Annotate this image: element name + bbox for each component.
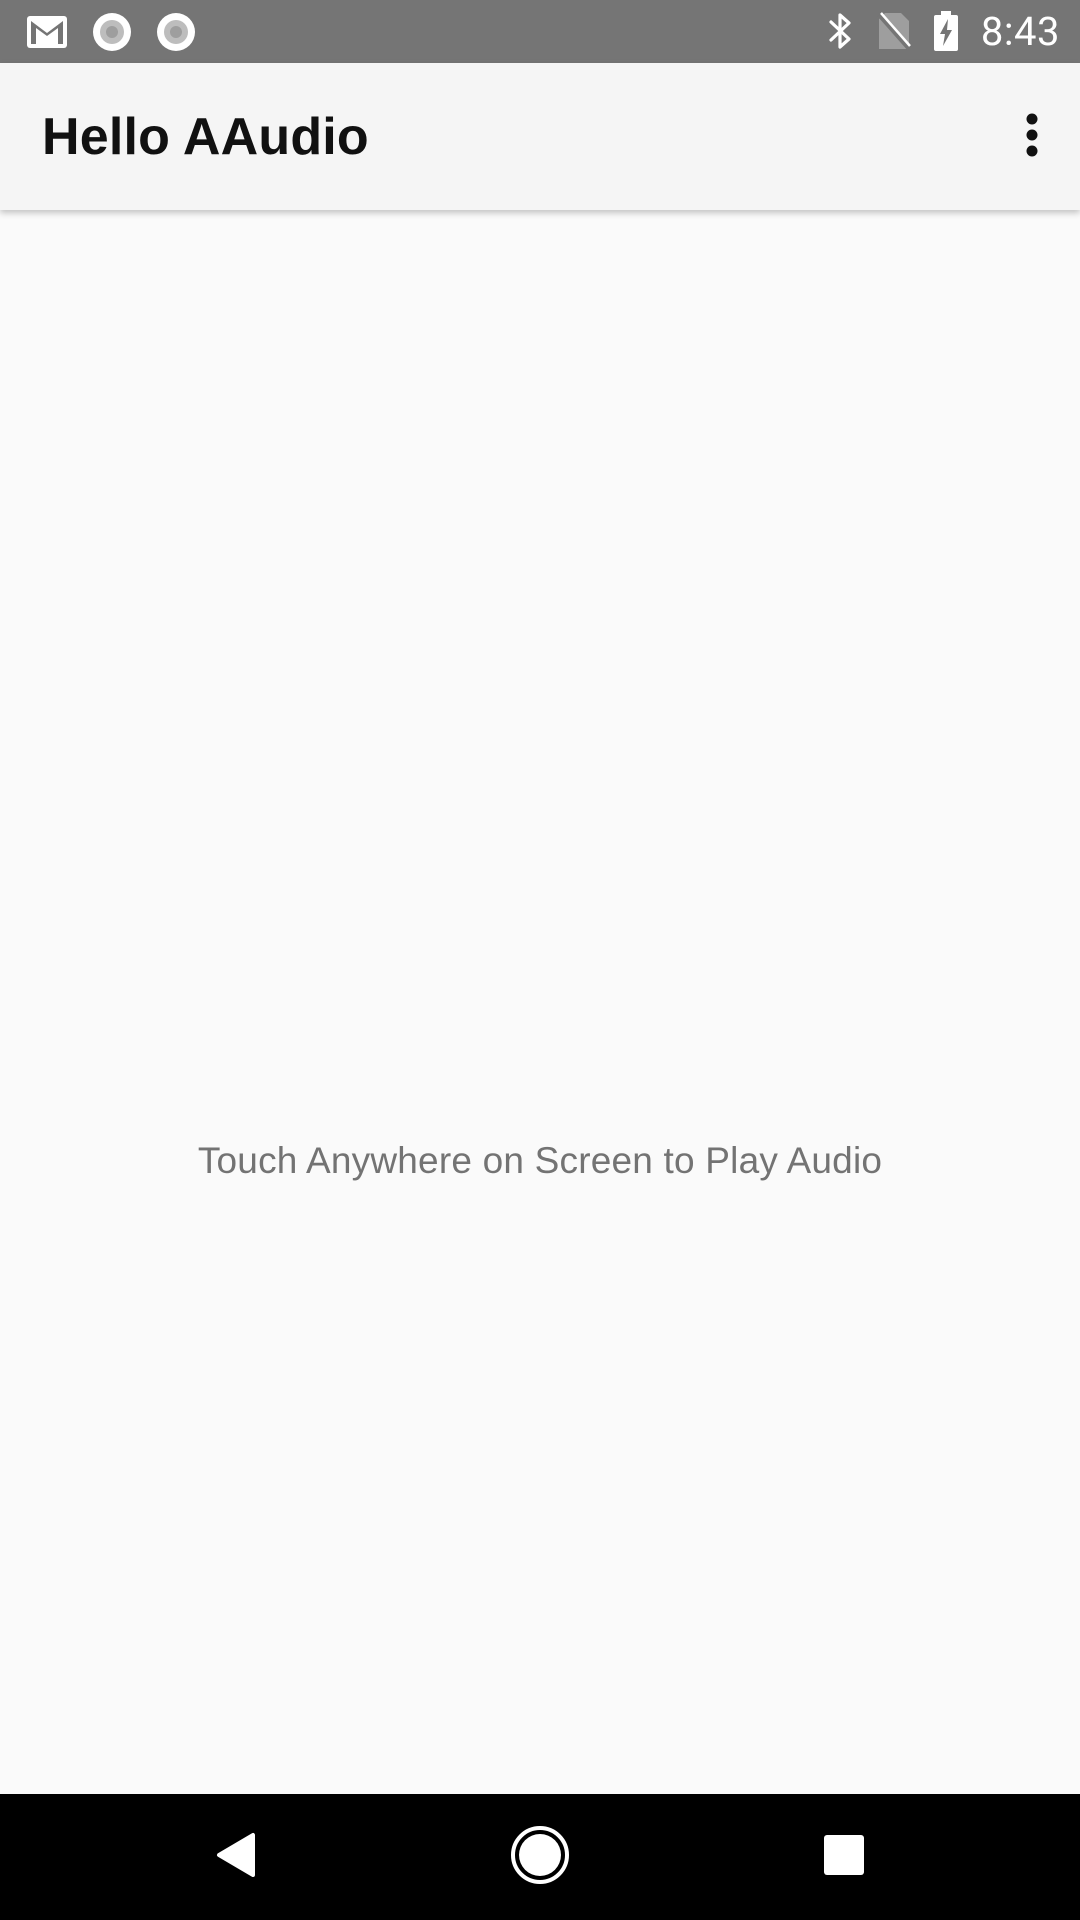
- home-icon: [510, 1825, 570, 1890]
- navigation-bar: [0, 1794, 1080, 1920]
- more-vert-icon: [1025, 113, 1039, 162]
- play-audio-hint: Touch Anywhere on Screen to Play Audio: [197, 1140, 883, 1181]
- recents-icon: [823, 1834, 865, 1881]
- app-bar: Hello AAudio: [0, 63, 1080, 210]
- app-title: Hello AAudio: [42, 108, 369, 166]
- touch-area[interactable]: Touch Anywhere on Screen to Play Audio: [0, 210, 1080, 1794]
- overflow-menu-button[interactable]: [1002, 99, 1062, 175]
- home-button[interactable]: [470, 1794, 610, 1920]
- status-time: 8:43: [980, 7, 1060, 55]
- screen: 8:43 Hello AAudio Touch Anywhere on Scre…: [0, 0, 1080, 1920]
- back-icon: [215, 1831, 257, 1884]
- status-bar: 8:43: [0, 0, 1080, 63]
- recents-button[interactable]: [774, 1794, 914, 1920]
- no-sim-icon: [877, 11, 911, 51]
- status-notifications: [26, 12, 196, 52]
- gmail-icon: [26, 15, 68, 49]
- status-system-icons: 8:43: [827, 7, 1060, 55]
- notification-dot-icon: [92, 12, 132, 52]
- battery-charging-icon: [933, 11, 959, 51]
- notification-dot-icon: [156, 12, 196, 52]
- bluetooth-icon: [827, 11, 855, 51]
- back-button[interactable]: [166, 1794, 306, 1920]
